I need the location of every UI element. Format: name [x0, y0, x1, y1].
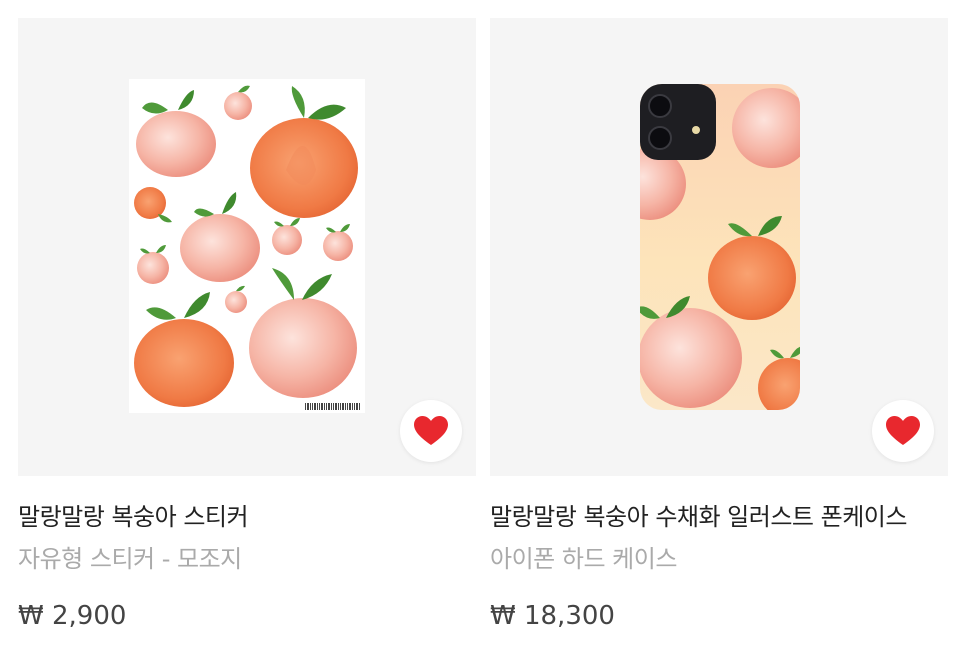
peach-sticker-sheet-image: [129, 79, 365, 413]
product-grid: 말랑말랑 복숭아 스티커 자유형 스티커 - 모조지 ₩ 2,900 말랑말랑 …: [0, 0, 966, 668]
product-title[interactable]: 말랑말랑 복숭아 스티커: [18, 502, 476, 532]
heart-icon: [414, 416, 448, 445]
product-price: ₩ 2,900: [18, 601, 127, 631]
product-image-phonecase[interactable]: [490, 18, 948, 476]
product-price: ₩ 18,300: [490, 601, 615, 631]
peach-phone-case-image: [640, 84, 800, 410]
product-card[interactable]: 말랑말랑 복숭아 스티커 자유형 스티커 - 모조지 ₩ 2,900: [18, 18, 476, 632]
favorite-button[interactable]: [872, 400, 934, 462]
product-image-sticker[interactable]: [18, 18, 476, 476]
favorite-button[interactable]: [400, 400, 462, 462]
heart-icon: [886, 416, 920, 445]
product-title[interactable]: 말랑말랑 복숭아 수채화 일러스트 폰케이스: [490, 502, 948, 532]
product-option: 아이폰 하드 케이스: [490, 545, 677, 573]
product-option: 자유형 스티커 - 모조지: [18, 545, 242, 573]
product-card[interactable]: 말랑말랑 복숭아 수채화 일러스트 폰케이스 아이폰 하드 케이스 ₩ 18,3…: [490, 18, 948, 632]
